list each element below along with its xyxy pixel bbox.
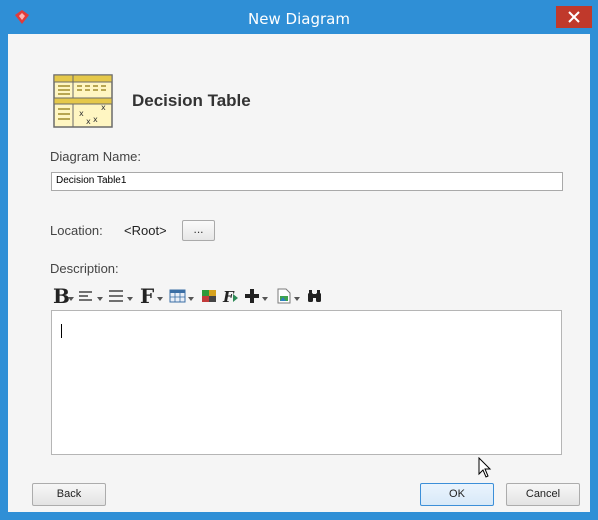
binoculars-icon[interactable]	[306, 285, 324, 307]
close-icon	[568, 11, 580, 23]
dialog-body: x x x x Decision Table Diagram Name: Dec…	[8, 34, 590, 512]
close-button[interactable]	[556, 6, 592, 28]
back-button[interactable]: Back	[32, 483, 106, 506]
text-caret	[61, 324, 62, 338]
format-icon[interactable]: F	[222, 285, 240, 307]
mouse-cursor-icon	[478, 456, 492, 479]
description-editor[interactable]	[51, 310, 562, 455]
description-label: Description:	[50, 261, 119, 276]
bold-button[interactable]: B	[53, 285, 70, 307]
bold-dropdown-icon[interactable]	[68, 297, 74, 301]
table-icon[interactable]	[169, 285, 187, 307]
diagram-name-label: Diagram Name:	[50, 149, 142, 164]
svg-text:x: x	[101, 103, 106, 112]
insert-image-dropdown-icon[interactable]	[294, 297, 300, 301]
page-title: Decision Table	[132, 91, 251, 110]
insert-icon[interactable]	[243, 285, 261, 307]
diagram-name-field[interactable]: Decision Table1	[51, 172, 563, 191]
browse-location-button[interactable]: ...	[182, 220, 215, 241]
font-dropdown-icon[interactable]	[157, 297, 163, 301]
svg-text:x: x	[86, 117, 91, 126]
location-value: <Root>	[124, 223, 167, 238]
insert-dropdown-icon[interactable]	[262, 297, 268, 301]
title-bar[interactable]: New Diagram	[0, 0, 598, 34]
color-icon[interactable]	[200, 285, 218, 307]
list-dropdown-icon[interactable]	[127, 297, 133, 301]
new-diagram-dialog: New Diagram x x x x Decision Table Diagr…	[0, 0, 598, 520]
decision-table-icon: x x x x	[53, 74, 113, 128]
svg-text:x: x	[93, 115, 98, 124]
ok-button[interactable]: OK	[420, 483, 494, 506]
location-label: Location:	[50, 223, 103, 238]
cancel-button[interactable]: Cancel	[506, 483, 580, 506]
description-toolbar: B F F	[52, 285, 472, 307]
window-title: New Diagram	[248, 10, 350, 28]
table-dropdown-icon[interactable]	[188, 297, 194, 301]
insert-image-icon[interactable]	[275, 285, 293, 307]
align-dropdown-icon[interactable]	[97, 297, 103, 301]
font-button[interactable]: F	[140, 285, 154, 307]
align-icon[interactable]	[78, 285, 96, 307]
list-icon[interactable]	[108, 285, 126, 307]
svg-text:x: x	[79, 109, 84, 118]
